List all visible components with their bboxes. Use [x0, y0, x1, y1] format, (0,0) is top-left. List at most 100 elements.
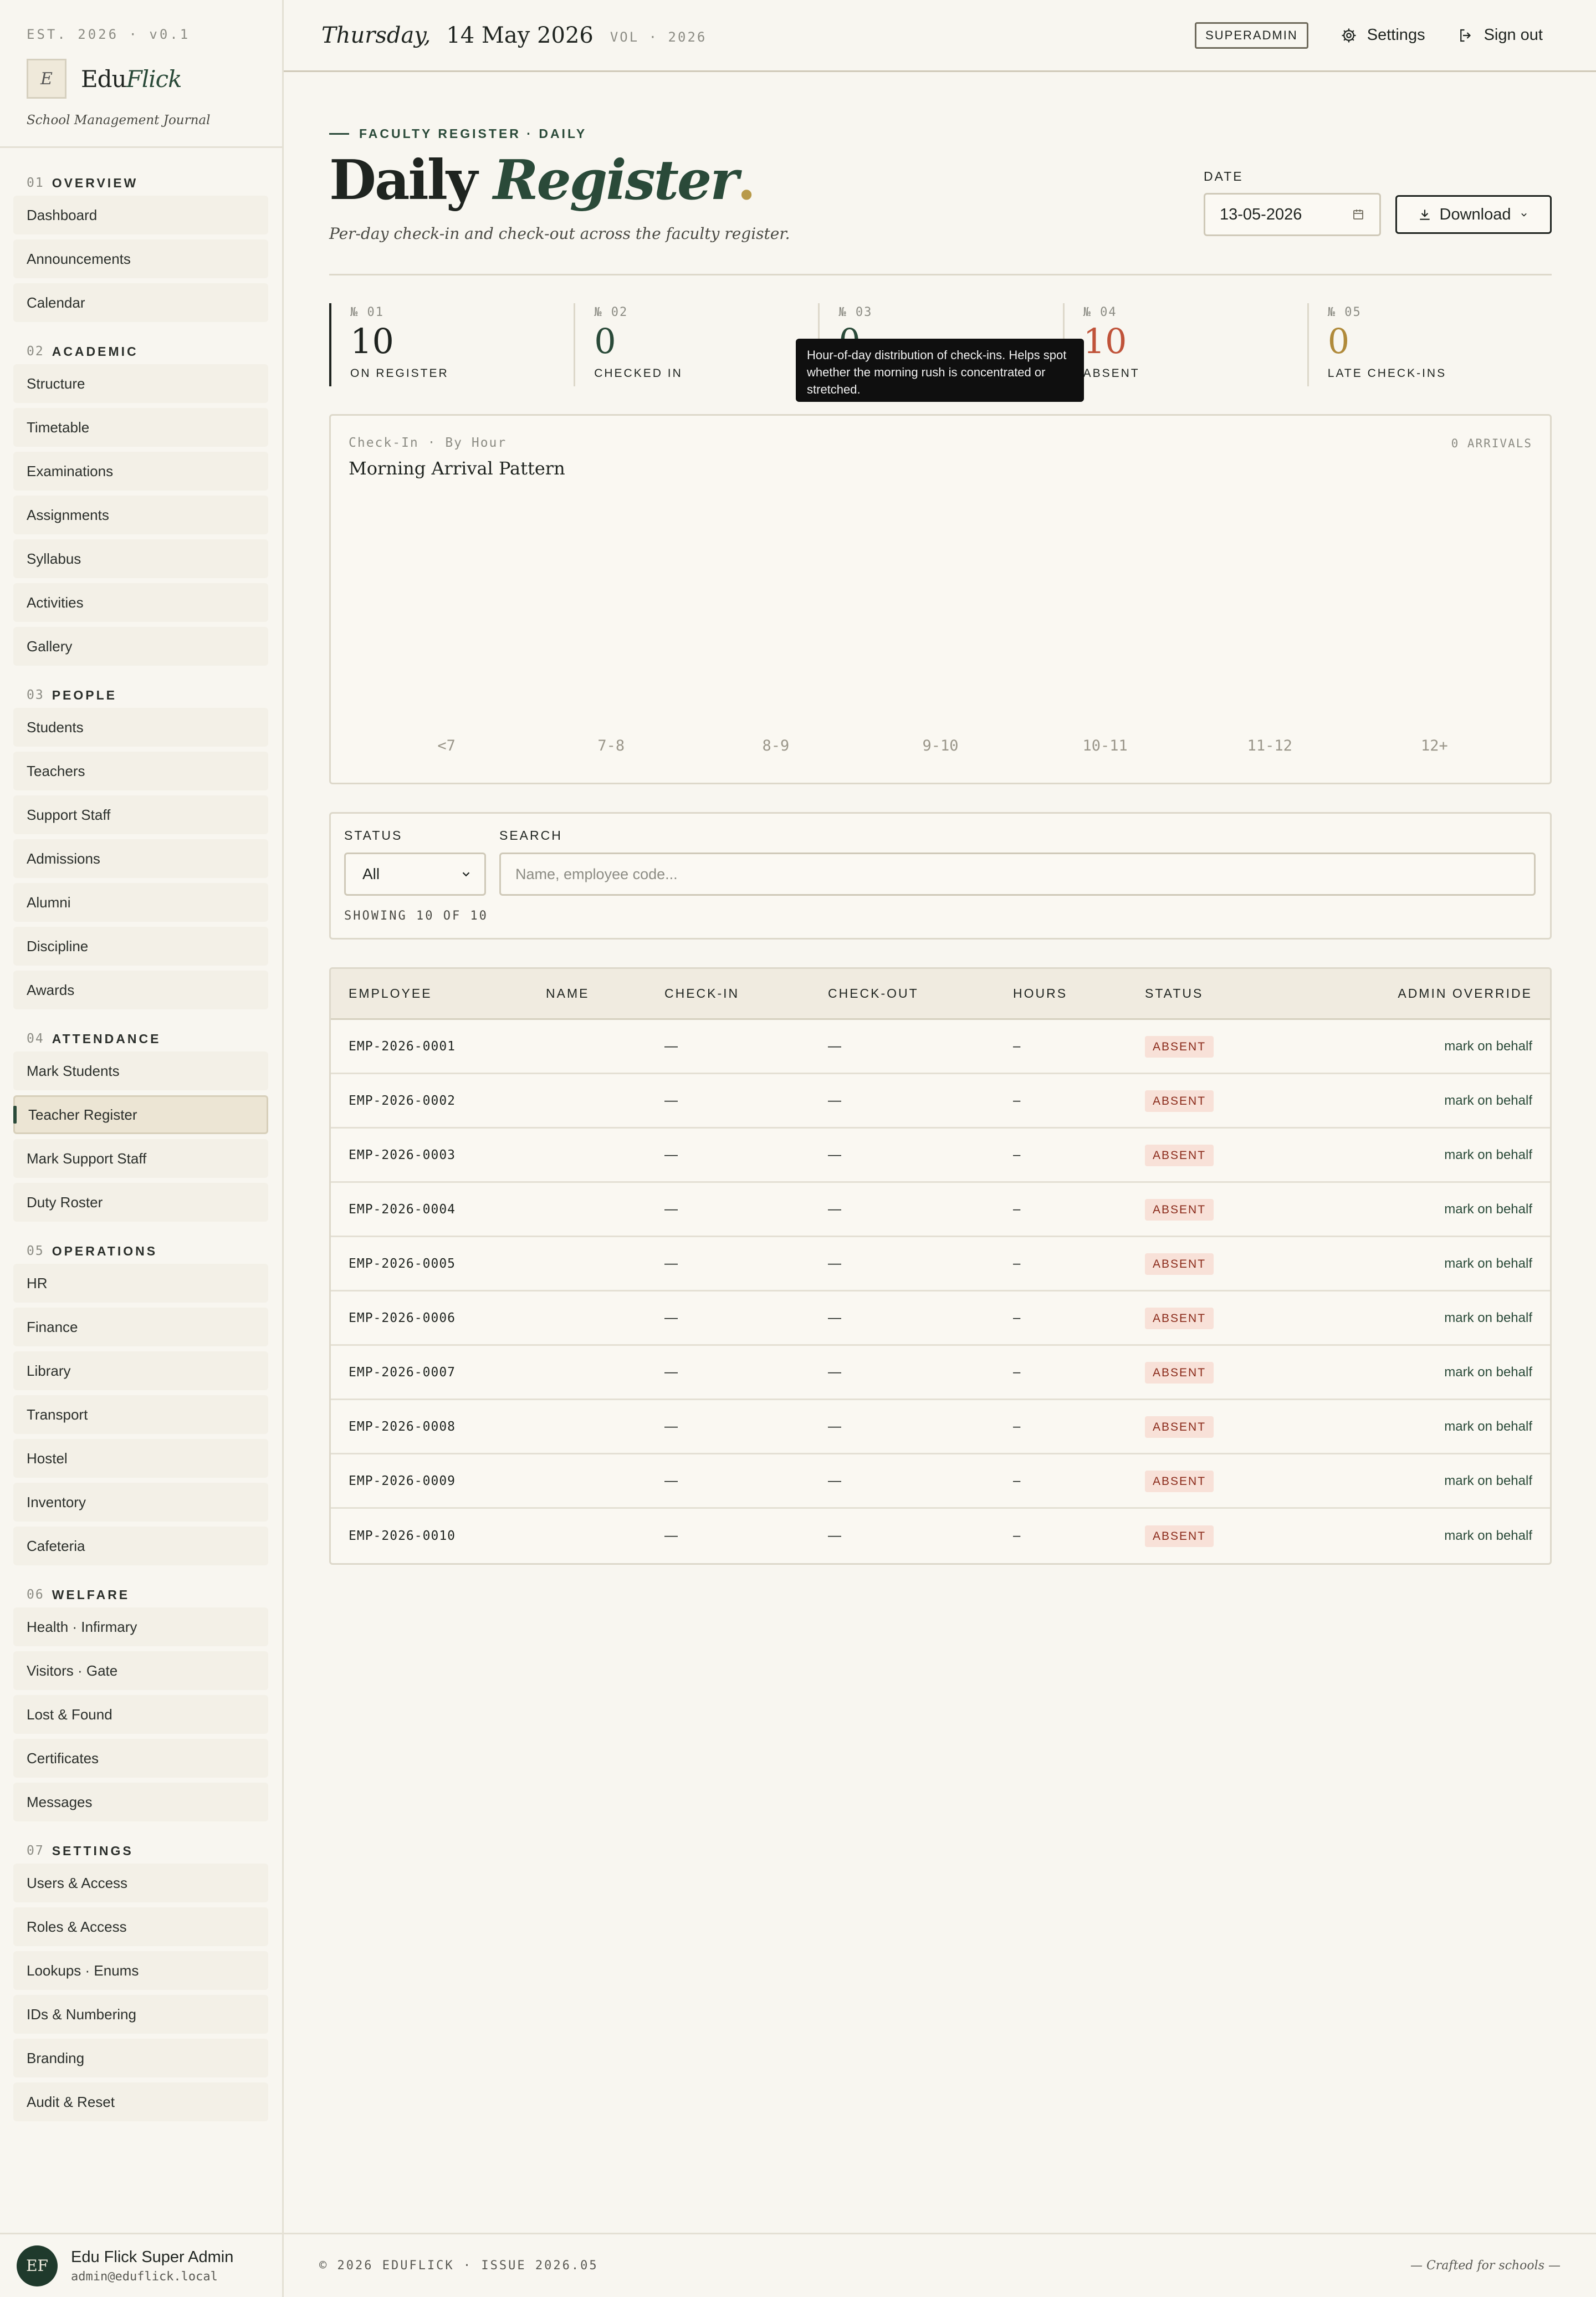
status-cell: ABSENT: [1145, 1035, 1355, 1058]
sidebar-item-certificates[interactable]: Certificates: [13, 1739, 268, 1778]
status-select[interactable]: All: [344, 853, 486, 896]
kpi-number: № 01: [350, 305, 384, 319]
status-badge: ABSENT: [1145, 1144, 1214, 1166]
nav-group-label: OVERVIEW: [52, 175, 139, 190]
sign-out-button[interactable]: Sign out: [1457, 26, 1543, 44]
sidebar-item-messages[interactable]: Messages: [13, 1783, 268, 1821]
user-profile[interactable]: EF Edu Flick Super Admin admin@eduflick.…: [0, 2233, 282, 2297]
page-title: Daily Register.: [329, 154, 790, 208]
override-cell: mark on behalf: [1355, 1528, 1550, 1544]
override-cell: mark on behalf: [1355, 1039, 1550, 1054]
sidebar-item-syllabus[interactable]: Syllabus: [13, 539, 268, 578]
mark-on-behalf-link[interactable]: mark on behalf: [1444, 1039, 1532, 1054]
nav-group-people: 03 PEOPLE Students Teachers Support Staff Adm…: [0, 682, 282, 1009]
sidebar-item-lookups-enums[interactable]: Lookups · Enums: [13, 1951, 268, 1990]
sidebar-item-inventory[interactable]: Inventory: [13, 1483, 268, 1522]
chart-tick-label: 10-11: [1083, 737, 1128, 754]
sidebar-item-visitors-gate[interactable]: Visitors · Gate: [13, 1651, 268, 1690]
settings-button[interactable]: Settings: [1341, 26, 1425, 44]
sidebar-item-discipline[interactable]: Discipline: [13, 927, 268, 966]
mark-on-behalf-link[interactable]: mark on behalf: [1444, 1147, 1532, 1162]
brand-logo: E: [27, 59, 66, 99]
employee-code: EMP-2026-0008: [349, 1419, 456, 1434]
chart-tick-label: 9-10: [922, 737, 958, 754]
check-out-time: —: [828, 1147, 841, 1162]
sidebar-item-duty-roster[interactable]: Duty Roster: [13, 1183, 268, 1222]
sidebar-item-lost-found[interactable]: Lost & Found: [13, 1695, 268, 1734]
sidebar-item-support-staff[interactable]: Support Staff: [13, 795, 268, 834]
sidebar-item-users-access[interactable]: Users & Access: [13, 1864, 268, 1902]
sign-out-icon: [1460, 29, 1471, 42]
sidebar-item-students[interactable]: Students: [13, 708, 268, 747]
status-badge: ABSENT: [1145, 1361, 1214, 1384]
sidebar-item-admissions[interactable]: Admissions: [13, 839, 268, 878]
status-cell: ABSENT: [1145, 1416, 1355, 1438]
check-in-time: —: [664, 1473, 678, 1488]
table-row: EMP-2026-0008 — — – ABSENT mark on behalf: [331, 1400, 1550, 1454]
sidebar-item-hostel[interactable]: Hostel: [13, 1439, 268, 1478]
sidebar-item-mark-support-staff[interactable]: Mark Support Staff: [13, 1139, 268, 1178]
sidebar-item-activities[interactable]: Activities: [13, 583, 268, 622]
mark-on-behalf-link[interactable]: mark on behalf: [1444, 1419, 1532, 1434]
sidebar-item-health-infirmary[interactable]: Health · Infirmary: [13, 1607, 268, 1646]
sidebar-item-calendar[interactable]: Calendar: [13, 283, 268, 322]
kpi-card: № 04 10 ABSENT: [1062, 303, 1307, 386]
tooltip: Hour-of-day distribution of check-ins. H…: [796, 339, 1084, 402]
nav-group-heading: 03 PEOPLE: [0, 682, 282, 708]
check-out-time: —: [828, 1364, 841, 1380]
sign-out-label: Sign out: [1484, 26, 1543, 44]
nav-group-label: PEOPLE: [52, 687, 117, 702]
nav-group-number: 02: [27, 344, 44, 359]
sidebar-item-examinations[interactable]: Examinations: [13, 452, 268, 491]
mark-on-behalf-link[interactable]: mark on behalf: [1444, 1256, 1532, 1271]
sidebar-item-roles-access[interactable]: Roles & Access: [13, 1907, 268, 1946]
sidebar-item-assignments[interactable]: Assignments: [13, 496, 268, 534]
mark-on-behalf-link[interactable]: mark on behalf: [1444, 1528, 1532, 1543]
nav-group-label: ATTENDANCE: [52, 1031, 161, 1046]
status-badge: ABSENT: [1145, 1253, 1214, 1275]
sidebar-item-timetable[interactable]: Timetable: [13, 408, 268, 447]
override-cell: mark on behalf: [1355, 1310, 1550, 1326]
check-in-time: —: [664, 1418, 678, 1434]
mark-on-behalf-link[interactable]: mark on behalf: [1444, 1365, 1532, 1380]
nav-group-number: 06: [27, 1588, 44, 1602]
sidebar-item-dashboard[interactable]: Dashboard: [13, 196, 268, 234]
sidebar-item-finance[interactable]: Finance: [13, 1308, 268, 1346]
kpi-number: № 03: [838, 305, 873, 319]
mark-on-behalf-link[interactable]: mark on behalf: [1444, 1202, 1532, 1217]
page-eyebrow: FACULTY REGISTER · DAILY: [329, 126, 1552, 141]
sidebar-item-teacher-register[interactable]: Teacher Register: [13, 1095, 268, 1134]
sidebar-item-alumni[interactable]: Alumni: [13, 883, 268, 922]
kpi-card: № 02 0 CHECKED IN: [574, 303, 818, 386]
sidebar-item-transport[interactable]: Transport: [13, 1395, 268, 1434]
sidebar-item-audit-reset[interactable]: Audit & Reset: [13, 2082, 268, 2121]
sidebar-item-cafeteria[interactable]: Cafeteria: [13, 1527, 268, 1565]
employee-code: EMP-2026-0007: [349, 1365, 456, 1380]
sidebar-item-teachers[interactable]: Teachers: [13, 752, 268, 790]
status-cell: ABSENT: [1145, 1090, 1355, 1112]
sidebar-item-awards[interactable]: Awards: [13, 971, 268, 1009]
footer-tagline: — Crafted for schools —: [1410, 2259, 1561, 2273]
sidebar-item-branding[interactable]: Branding: [13, 2039, 268, 2077]
sidebar-item-announcements[interactable]: Announcements: [13, 239, 268, 278]
sidebar-item-hr[interactable]: HR: [13, 1264, 268, 1303]
kpi-card: № 01 10 ON REGISTER: [329, 303, 574, 386]
chart-title: Morning Arrival Pattern: [349, 458, 565, 479]
sidebar-item-library[interactable]: Library: [13, 1351, 268, 1390]
gear-icon: [1342, 28, 1356, 42]
download-button[interactable]: Download: [1395, 195, 1552, 234]
divider: [329, 274, 1552, 275]
sidebar-item-ids-numbering[interactable]: IDs & Numbering: [13, 1995, 268, 2034]
brand-home-link[interactable]: E EduFlick: [27, 59, 282, 99]
sidebar-item-mark-students[interactable]: Mark Students: [13, 1051, 268, 1090]
mark-on-behalf-link[interactable]: mark on behalf: [1444, 1093, 1532, 1108]
check-in-time: —: [664, 1310, 678, 1325]
mark-on-behalf-link[interactable]: mark on behalf: [1444, 1310, 1532, 1325]
sidebar-item-structure[interactable]: Structure: [13, 364, 268, 403]
kpi-label: CHECKED IN: [594, 367, 683, 380]
date-input[interactable]: 13-05-2026: [1204, 193, 1381, 236]
date-label: DATE: [1204, 169, 1244, 183]
mark-on-behalf-link[interactable]: mark on behalf: [1444, 1473, 1532, 1488]
sidebar-item-gallery[interactable]: Gallery: [13, 627, 268, 666]
search-input[interactable]: [499, 853, 1536, 896]
